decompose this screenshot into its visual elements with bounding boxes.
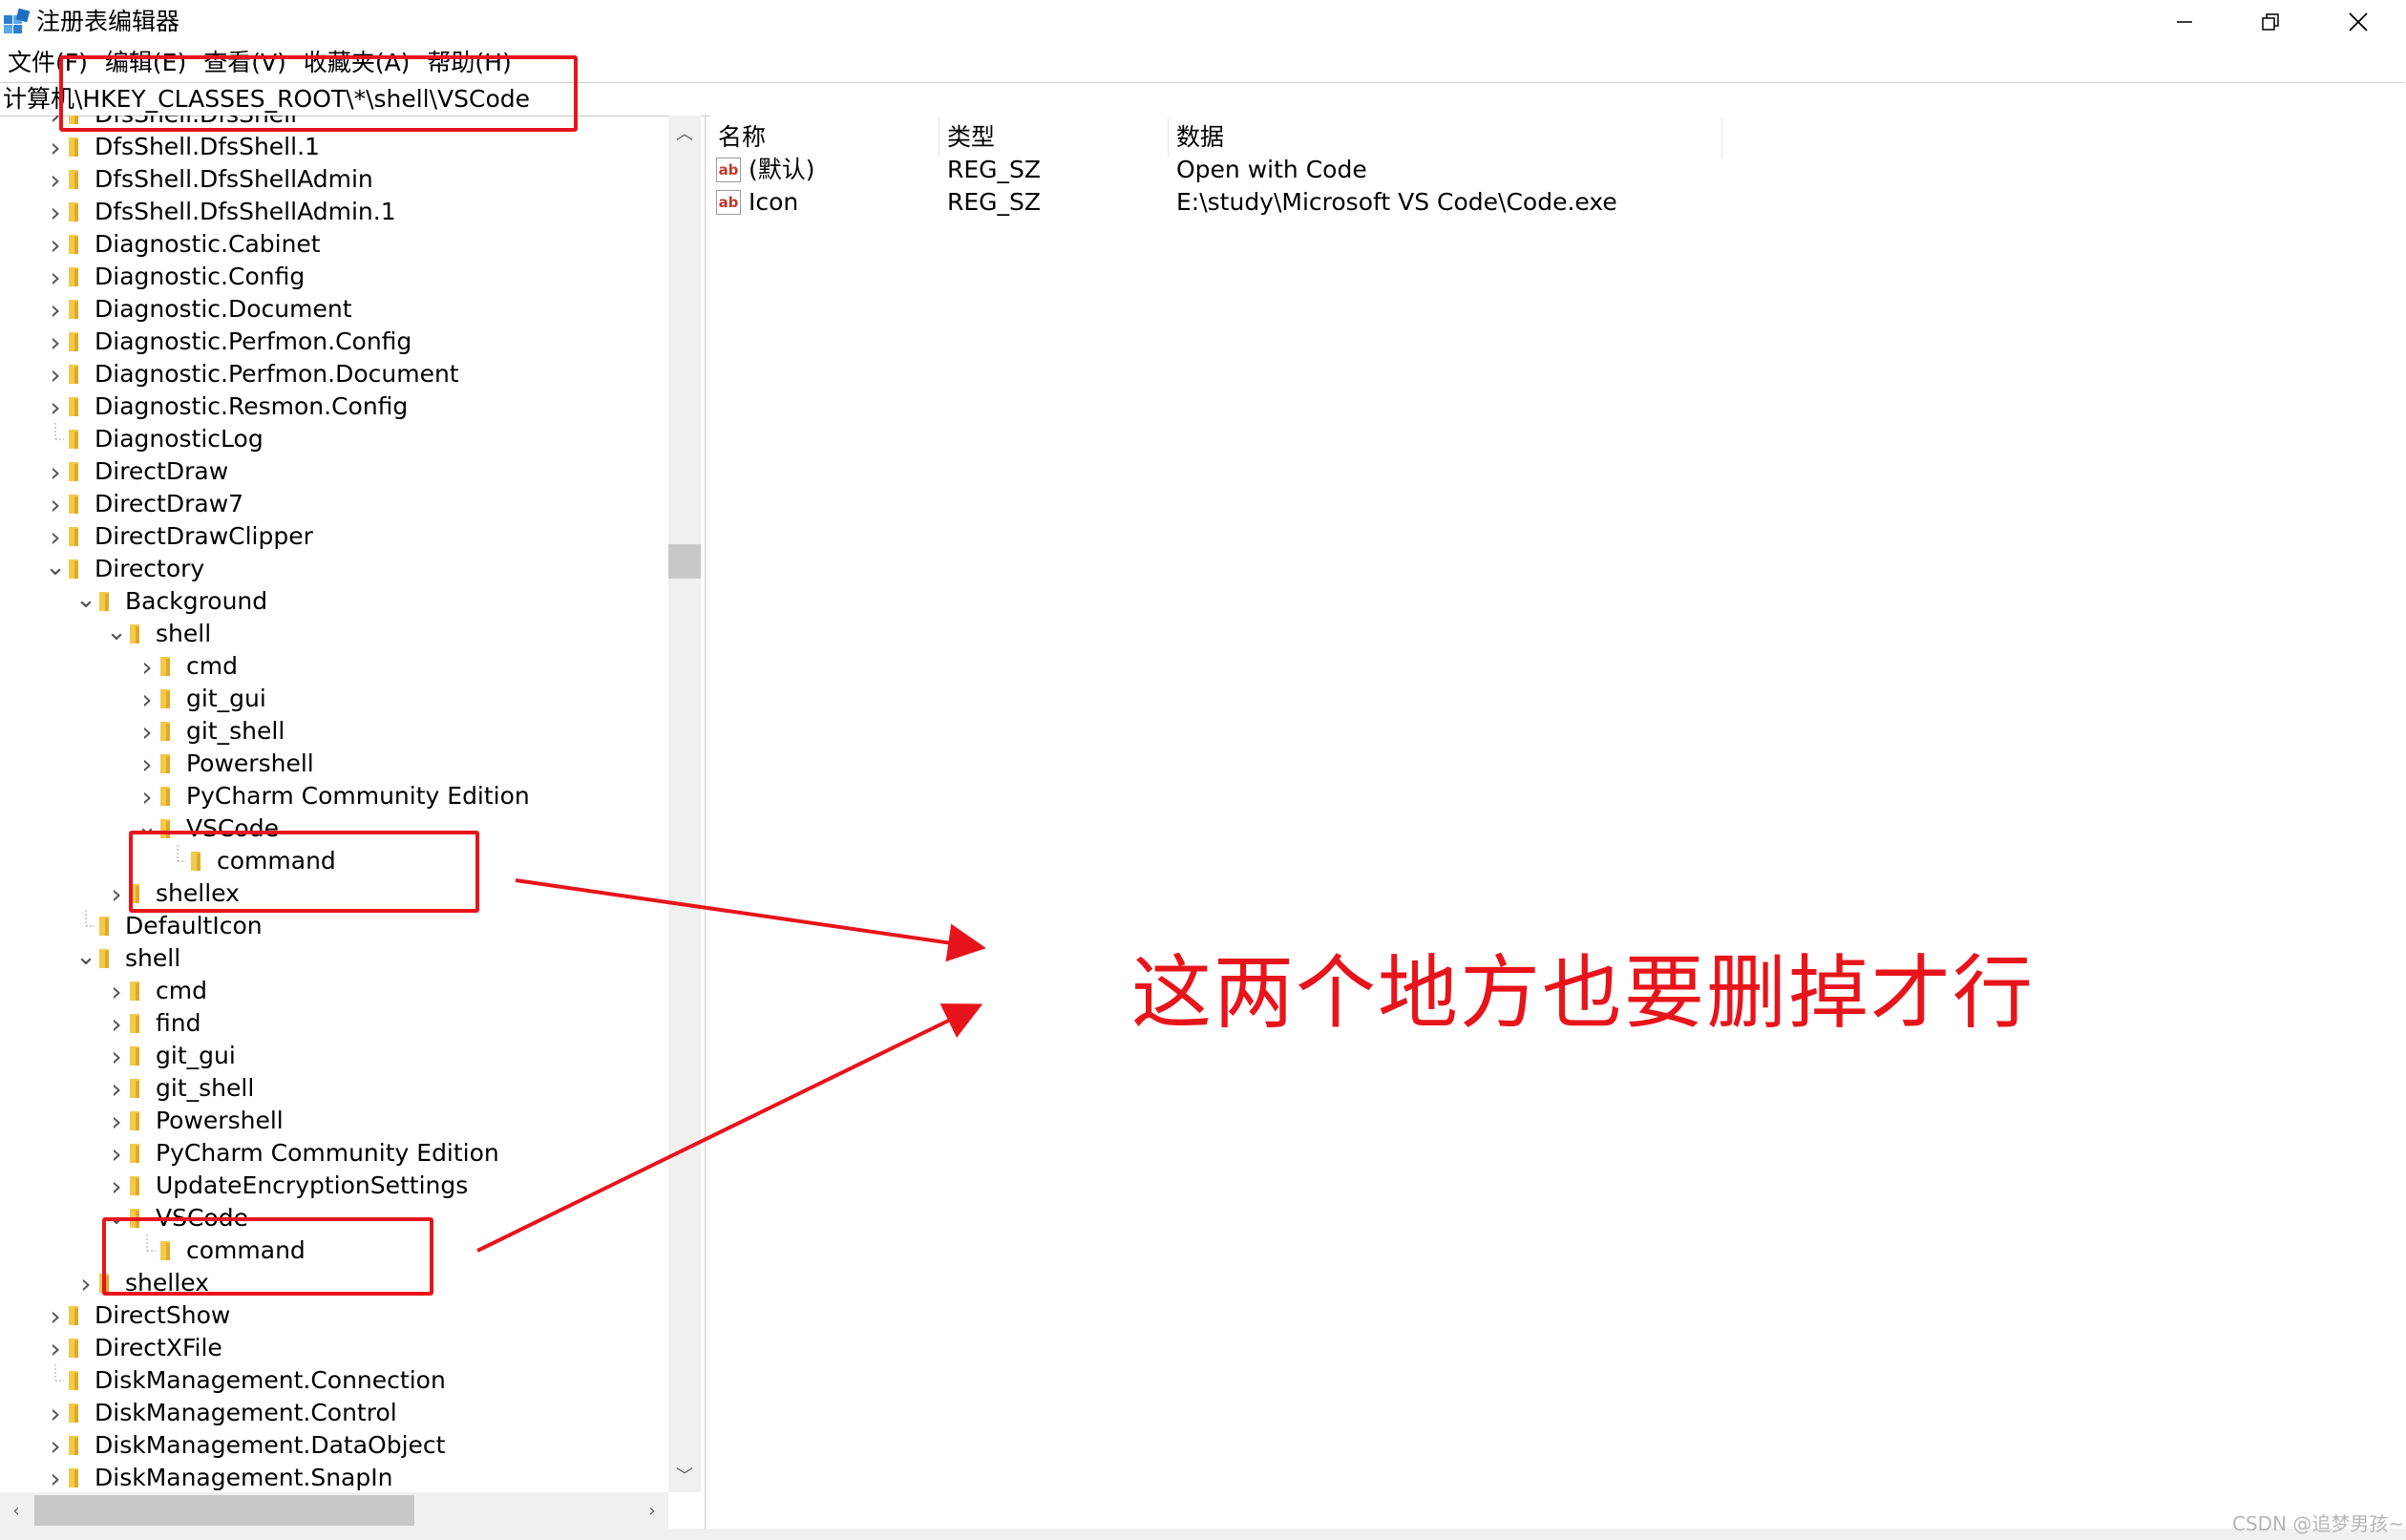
watermark: CSDN @追梦男孩~. [2232,1512,2406,1535]
annotation-arrow-lower [476,1003,983,1253]
annotation-arrows [476,878,986,1253]
status-bar [0,1529,2406,1540]
annotation-text: 这两个地方也要删掉才行 [1131,946,2036,1040]
annotation-arrow-upper [515,878,986,962]
